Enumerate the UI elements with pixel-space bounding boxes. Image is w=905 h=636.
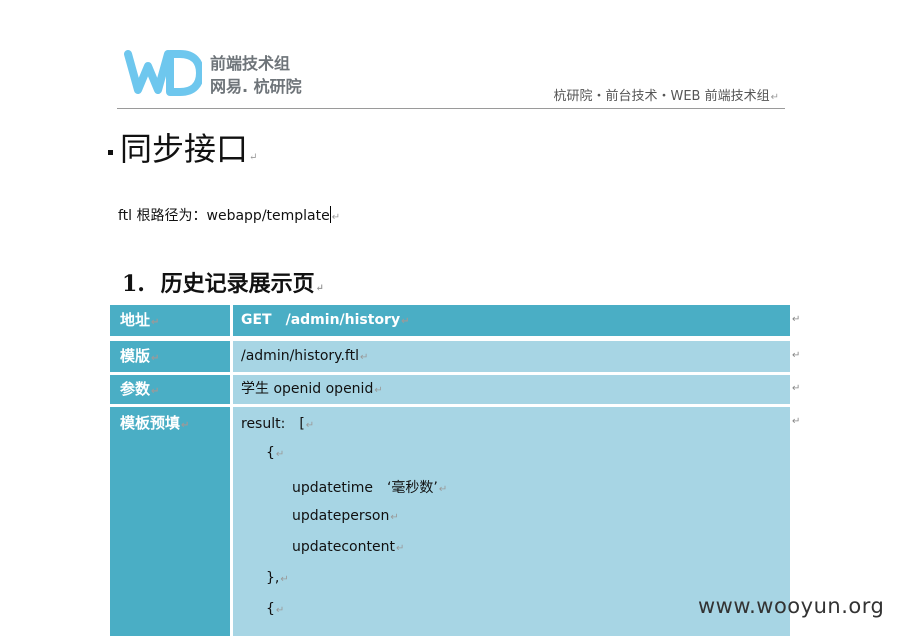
header-rule [117,108,785,109]
subsection-number: 1. [122,271,145,297]
code-line: {↵ [266,601,285,617]
table-label-address: 地址↵ [110,305,230,336]
table-label-params: 参数↵ [110,375,230,404]
watermark: www.wooyun.org [698,594,885,618]
table-value-params[interactable]: 学生 openid openid↵ [233,375,790,404]
brand-name: 前端技术组 网易. 杭研院 [210,52,302,98]
logo-wd-icon [124,50,202,96]
code-line: },↵ [266,570,289,586]
row-end-mark: ↵ [792,350,801,361]
code-line: updatecontent↵ [292,539,405,555]
table-label-prefill: 模板预填↵ [110,407,230,636]
row-end-mark: ↵ [792,383,801,394]
brand-line-2: 网易. 杭研院 [210,77,302,96]
section-bullet [108,150,113,155]
code-line: result: [↵ [241,416,315,432]
row-end-mark: ↵ [792,314,801,325]
code-line: {↵ [266,445,285,461]
header-path: 杭研院・前台技术・WEB 前端技术组↵ [553,89,779,104]
table-value-address[interactable]: GET /admin/history↵ [233,305,790,336]
section-title[interactable]: 同步接口↵ [120,124,257,170]
text-cursor [329,206,331,223]
subsection-heading[interactable]: 1. 历史记录展示页↵ [122,266,324,298]
table-value-template[interactable]: /admin/history.ftl↵ [233,341,790,372]
row-end-mark: ↵ [792,416,801,427]
ftl-root-text[interactable]: ftl 根路径为：webapp/template ↵ [118,205,340,225]
brand-line-1: 前端技术组 [210,54,291,73]
table-label-template: 模版↵ [110,341,230,372]
code-line: updatetime ‘毫秒数’↵ [292,480,448,496]
subsection-title: 历史记录展示页 [160,271,315,297]
code-line: updateperson↵ [292,508,399,524]
